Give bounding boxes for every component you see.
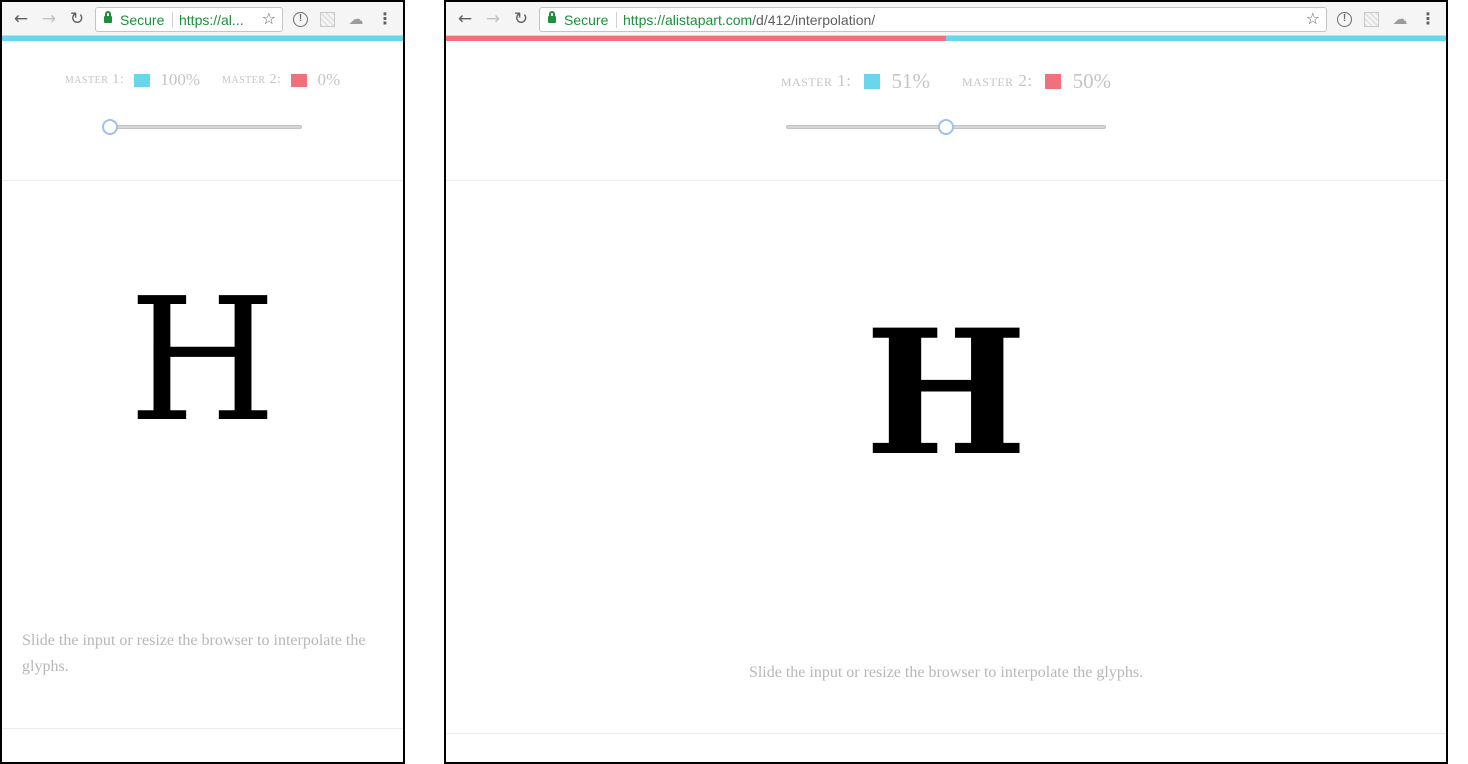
master2-label: master 2:	[962, 71, 1033, 91]
browser-window-wide: ← → ↻ Secure https://alistapart.com/d/41…	[444, 0, 1448, 764]
extension-icon[interactable]	[1364, 12, 1379, 27]
progress-bar	[2, 36, 403, 41]
forward-arrow-icon[interactable]: →	[482, 8, 504, 30]
interpolation-slider[interactable]	[102, 119, 302, 135]
master-readout: master 1: 51% master 2: 50%	[446, 67, 1446, 95]
cloud-icon[interactable]: ☁	[347, 10, 365, 28]
master1-label: master 1:	[64, 72, 125, 88]
interpolated-glyph: H	[128, 262, 277, 460]
info-icon[interactable]: !	[293, 12, 308, 27]
address-bar[interactable]: Secure https://al... ☆	[95, 7, 283, 32]
master1-value: 51%	[891, 69, 931, 94]
master1-value: 100%	[160, 70, 200, 90]
forward-arrow-icon[interactable]: →	[38, 8, 60, 30]
master-readout: master 1: 100% master 2: 0%	[2, 68, 403, 92]
master2-swatch	[291, 73, 308, 87]
menu-icon[interactable]: ⋮	[1419, 10, 1437, 28]
footer-divider	[446, 733, 1446, 734]
lock-icon	[548, 11, 556, 24]
browser-window-narrow: ← → ↻ Secure https://al... ☆ ! ☁ ⋮ maste…	[0, 0, 405, 764]
cloud-icon[interactable]: ☁	[1391, 10, 1409, 28]
master1-swatch	[134, 73, 151, 87]
instruction-caption: Slide the input or resize the browser to…	[22, 632, 366, 675]
reload-icon[interactable]: ↻	[510, 8, 532, 30]
url-text: https://al...	[179, 12, 244, 28]
footer-divider	[2, 728, 403, 729]
star-icon[interactable]: ☆	[1306, 9, 1320, 28]
progress-fill	[446, 36, 946, 41]
progress-bar	[446, 36, 1446, 41]
extension-icon[interactable]	[320, 12, 335, 27]
master1-swatch	[863, 73, 880, 89]
reload-icon[interactable]: ↻	[66, 8, 88, 30]
slider-thumb[interactable]	[102, 119, 118, 135]
divider	[2, 180, 403, 181]
browser-toolbar: ← → ↻ Secure https://al... ☆ ! ☁ ⋮	[2, 2, 403, 36]
secure-label: Secure	[120, 12, 165, 28]
slider-thumb[interactable]	[938, 119, 954, 135]
master1-label: master 1:	[780, 71, 852, 91]
instruction-caption: Slide the input or resize the browser to…	[748, 664, 1144, 681]
lock-icon	[104, 11, 112, 24]
info-icon[interactable]: !	[1337, 12, 1352, 27]
master2-label: master 2:	[222, 72, 282, 88]
menu-icon[interactable]: ⋮	[376, 10, 394, 28]
address-bar[interactable]: Secure https://alistapart.com/d/412/inte…	[539, 7, 1327, 32]
interpolation-slider[interactable]	[786, 119, 1106, 135]
divider	[446, 180, 1446, 181]
interpolated-glyph: H	[864, 291, 1028, 494]
browser-toolbar: ← → ↻ Secure https://alistapart.com/d/41…	[446, 2, 1446, 36]
master2-swatch	[1044, 73, 1061, 89]
secure-label: Secure	[564, 12, 609, 28]
back-arrow-icon[interactable]: ←	[10, 8, 32, 30]
url-text: https://alistapart.com/d/412/interpolati…	[623, 12, 876, 28]
master2-value: 0%	[317, 70, 341, 90]
back-arrow-icon[interactable]: ←	[454, 8, 476, 30]
star-icon[interactable]: ☆	[262, 9, 276, 28]
master2-value: 50%	[1072, 69, 1112, 94]
